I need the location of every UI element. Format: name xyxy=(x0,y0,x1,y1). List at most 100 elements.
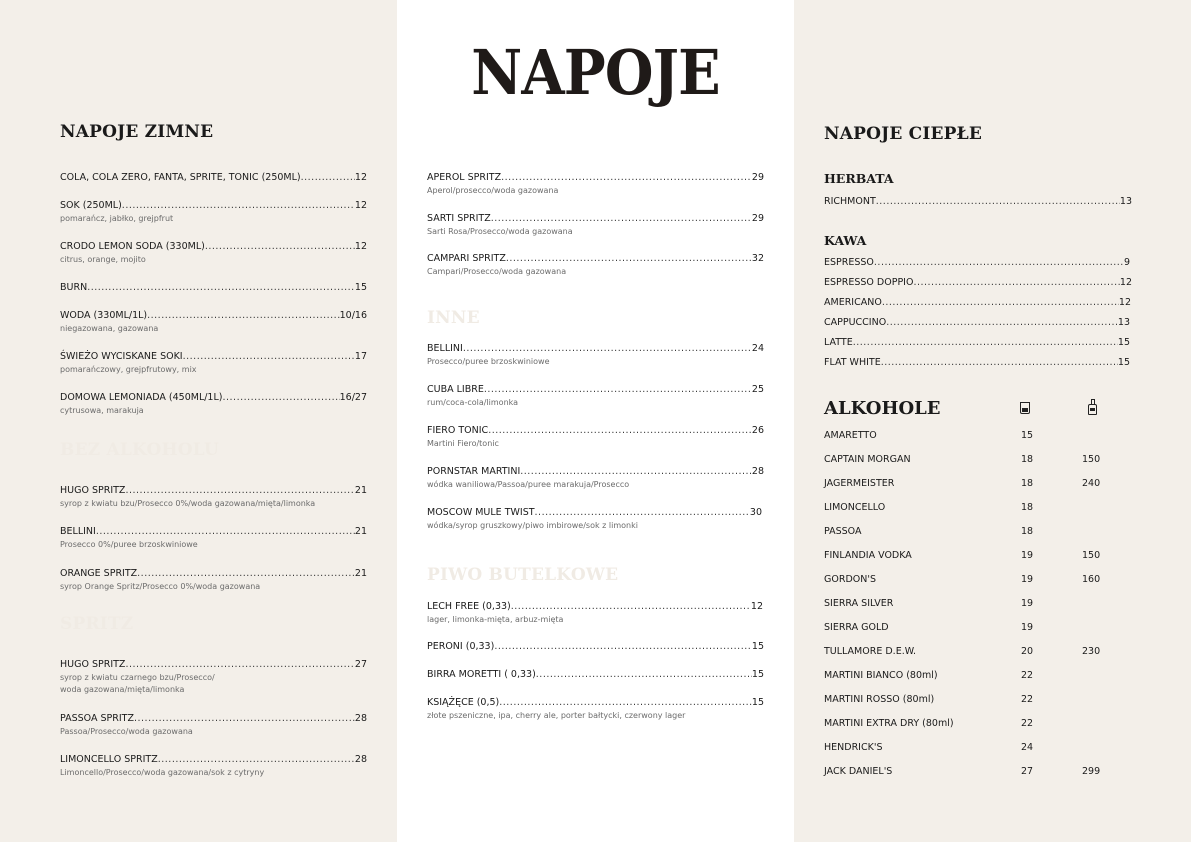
menu-page: NAPOJE ZIMNE COLA, COLA ZERO, FANTA, SPR… xyxy=(0,0,1191,842)
alcohol-name: MARTINI EXTRA DRY (80ml) xyxy=(824,718,954,729)
list-item: BELLINI 21 Prosecco 0%/puree brzoskwiniow… xyxy=(60,526,367,551)
alcohol-name: GORDON'S xyxy=(824,574,876,585)
alcohol-name: PASSOA xyxy=(824,526,862,537)
item-name: PASSOA SPRITZ xyxy=(60,713,134,724)
list-item: BURN 15 xyxy=(60,282,367,294)
item-name: HUGO SPRITZ xyxy=(60,659,126,670)
item-price: 15 xyxy=(751,669,764,680)
list-item: BELLINI 24 Prosecco/puree brzoskwiniowe xyxy=(427,343,764,368)
item-name: COLA, COLA ZERO, FANTA, SPRITE, TONIC (2… xyxy=(60,172,301,183)
alcohol-name: MARTINI ROSSO (80ml) xyxy=(824,694,935,705)
glass-price: 19 xyxy=(1021,550,1034,561)
item-description: woda gazowana/mięta/limonka xyxy=(60,685,185,694)
item-description: syrop z kwiatu bzu/Prosecco 0%/woda gazo… xyxy=(60,499,316,508)
list-item: ŚWIEŻO WYCISKANE SOKI 17 pomarańczowy, gr… xyxy=(60,351,367,376)
item-description: syrop Orange Spritz/Prosecco 0%/woda gaz… xyxy=(60,582,261,591)
other-heading: INNE xyxy=(427,308,480,328)
item-description: Martini Fiero/tonic xyxy=(427,439,499,448)
item-price: 21 xyxy=(354,526,367,537)
alcohol-name: SIERRA SILVER xyxy=(824,598,894,609)
tea-heading: HERBATA xyxy=(824,171,894,186)
item-name: AMERICANO xyxy=(824,297,882,308)
item-name: ŚWIEŻO WYCISKANE SOKI xyxy=(60,351,183,362)
item-description: pomarańczowy, grejpfrutowy, mix xyxy=(60,365,197,374)
list-item: ESPRESSO 9 xyxy=(824,257,1130,269)
item-name: WODA (330ML/1L) xyxy=(60,310,148,321)
list-item: PERONI (0,33) 15 xyxy=(427,641,764,653)
item-description: Passoa/Prosecco/woda gazowana xyxy=(60,727,193,736)
bottle-price: 299 xyxy=(1082,766,1101,777)
alcohol-name: CAPTAIN MORGAN xyxy=(824,454,911,465)
item-price: 12 xyxy=(354,200,367,211)
item-name: MOSCOW MULE TWIST xyxy=(427,507,535,518)
list-item: FLAT WHITE 15 xyxy=(824,357,1130,369)
list-item: BIRRA MORETTI ( 0,33) 15 xyxy=(427,669,764,681)
bottle-icon xyxy=(1088,399,1097,415)
item-name: CRODO LEMON SODA (330ML) xyxy=(60,241,205,252)
alcohol-name: JAGERMEISTER xyxy=(824,478,895,489)
item-name: BURN xyxy=(60,282,88,293)
list-item: SOK (250ML) 12 pomarańcz, jabłko, grejpfr… xyxy=(60,200,367,225)
item-name: CAMPARI SPRITZ xyxy=(427,253,506,264)
item-price: 17 xyxy=(354,351,367,362)
item-price: 15 xyxy=(1117,357,1130,368)
item-name: PERONI (0,33) xyxy=(427,641,495,652)
glass-price: 24 xyxy=(1021,742,1034,753)
item-name: LECH FREE (0,33) xyxy=(427,601,511,612)
list-item: RICHMONT 13 xyxy=(824,196,1132,208)
list-item: LIMONCELLO SPRITZ 28 Limoncello/Prosecco/… xyxy=(60,754,367,779)
item-description: syrop z kwiatu czarnego bzu/Prosecco/ xyxy=(60,673,215,682)
item-name: ESPRESSO DOPPIO xyxy=(824,277,914,288)
alcohol-heading: ALKOHOLE xyxy=(824,398,941,419)
item-price: 15 xyxy=(751,697,764,708)
left-column: NAPOJE ZIMNE COLA, COLA ZERO, FANTA, SPR… xyxy=(0,0,397,842)
item-price: 21 xyxy=(354,568,367,579)
glass-price: 18 xyxy=(1021,478,1034,489)
item-price: 12 xyxy=(1119,277,1132,288)
item-price: 28 xyxy=(354,713,367,724)
item-name: SOK (250ML) xyxy=(60,200,122,211)
alcohol-name: JACK DANIEL'S xyxy=(824,766,893,777)
item-name: PORNSTAR MARTINI xyxy=(427,466,521,477)
item-description: niegazowana, gazowana xyxy=(60,324,159,333)
item-price: 16/27 xyxy=(339,392,367,403)
item-price: 13 xyxy=(1119,196,1132,207)
list-item: FIERO TONIC 26 Martini Fiero/tonic xyxy=(427,425,764,450)
item-name: ESPRESSO xyxy=(824,257,874,268)
glass-price: 15 xyxy=(1021,430,1034,441)
list-item: MOSCOW MULE TWIST 30 wódka/syrop gruszkow… xyxy=(427,507,762,532)
item-description: Limoncello/Prosecco/woda gazowana/sok z … xyxy=(60,768,265,777)
list-item: CAMPARI SPRITZ 32 Campari/Prosecco/woda … xyxy=(427,253,764,278)
item-name: HUGO SPRITZ xyxy=(60,485,126,496)
bottle-price: 150 xyxy=(1082,454,1101,465)
item-description: lager, limonka-mięta, arbuz-mięta xyxy=(427,615,564,624)
item-price: 10/16 xyxy=(339,310,367,321)
item-price: 29 xyxy=(751,172,764,183)
list-item: WODA (330ML/1L) 10/16 niegazowana, gazowa… xyxy=(60,310,367,335)
item-price: 26 xyxy=(751,425,764,436)
item-price: 28 xyxy=(751,466,764,477)
alcohol-name: HENDRICK'S xyxy=(824,742,883,753)
item-description: Prosecco 0%/puree brzoskwiniowe xyxy=(60,540,198,549)
bottled-beer-heading: PIWO BUTELKOWE xyxy=(427,565,619,585)
alcohol-name: FINLANDIA VODKA xyxy=(824,550,912,561)
glass-price: 22 xyxy=(1021,718,1034,729)
list-item: ORANGE SPRITZ 21 syrop Orange Spritz/Pro… xyxy=(60,568,367,593)
list-item: AMERICANO 12 xyxy=(824,297,1131,309)
list-item: PORNSTAR MARTINI 28 wódka waniliowa/Passo… xyxy=(427,466,764,491)
item-name: DOMOWA LEMONIADA (450ML/1L) xyxy=(60,392,223,403)
bottle-price: 240 xyxy=(1082,478,1101,489)
list-item: SARTI SPRITZ 29 Sarti Rosa/Prosecco/woda… xyxy=(427,213,764,238)
list-item: APEROL SPRITZ 29 Aperol/prosecco/woda ga… xyxy=(427,172,764,197)
item-description: złote pszeniczne, ipa, cherry ale, porte… xyxy=(427,711,686,720)
item-description: Prosecco/puree brzoskwiniowe xyxy=(427,357,550,366)
item-price: 27 xyxy=(354,659,367,670)
item-price: 24 xyxy=(751,343,764,354)
list-item: PASSOA SPRITZ 28 Passoa/Prosecco/woda gaz… xyxy=(60,713,367,738)
item-name: BELLINI xyxy=(427,343,463,354)
item-description: Sarti Rosa/Prosecco/woda gazowana xyxy=(427,227,573,236)
item-description: wódka/syrop gruszkowy/piwo imbirowe/sok … xyxy=(427,521,638,530)
item-price: 12 xyxy=(354,241,367,252)
list-item: CUBA LIBRE 25 rum/coca-cola/limonka xyxy=(427,384,764,409)
glass-price: 20 xyxy=(1021,646,1034,657)
